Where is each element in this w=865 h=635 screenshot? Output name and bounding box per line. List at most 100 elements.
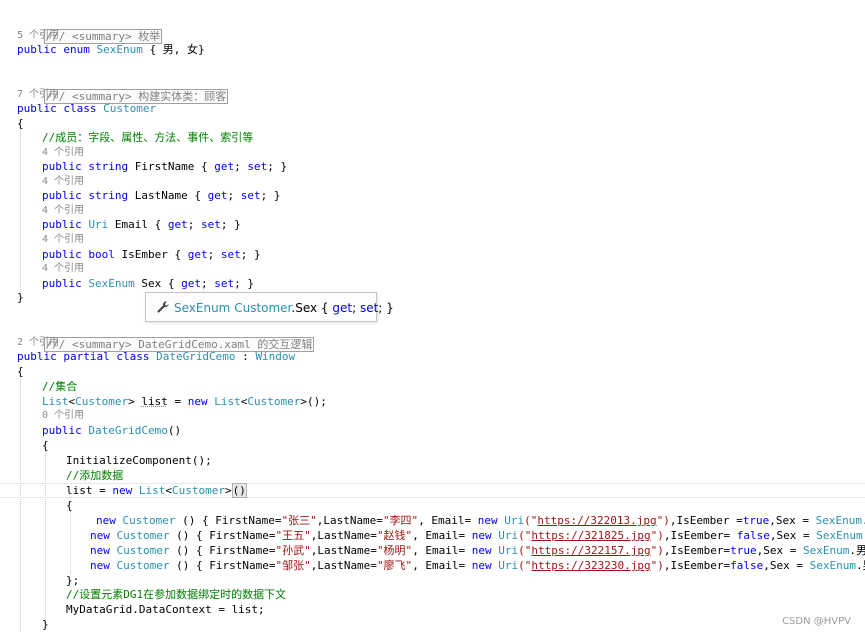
codelens-references[interactable]: 7 个引用 — [17, 87, 59, 102]
property-firstname: public string FirstName { get; set; } — [42, 159, 287, 174]
customer-row: new Customer () { FirstName="邹张",LastNam… — [90, 558, 865, 573]
punctuation: ; } — [220, 218, 241, 231]
type-name: Customer — [116, 559, 170, 572]
punctuation: ,LastName= — [310, 544, 377, 557]
punctuation: ; — [187, 218, 201, 231]
url-link[interactable]: https://322157.jpg — [531, 544, 650, 557]
punctuation: () { FirstName= — [169, 559, 276, 572]
close-brace: } — [17, 291, 24, 304]
codelens-references[interactable]: 2 个引用 — [17, 335, 59, 350]
string-literal: "张三" — [281, 514, 317, 527]
codelens-references[interactable]: 4 个引用 — [42, 145, 84, 160]
indent-guide — [70, 510, 71, 574]
property-email: public Uri Email { get; set; } — [42, 217, 241, 232]
keyword: public bool — [42, 248, 122, 261]
url-link[interactable]: https://321825.jpg — [531, 529, 650, 542]
punctuation: ; — [207, 248, 221, 261]
codelens-references[interactable]: 5 个引用 — [17, 28, 59, 43]
tooltip-member-type: Customer — [234, 301, 292, 315]
keyword: false — [736, 529, 770, 542]
keyword: public enum — [17, 43, 97, 56]
codelens-references[interactable]: 4 个引用 — [42, 261, 84, 276]
codelens-references[interactable]: 4 个引用 — [42, 174, 84, 189]
keyword: true — [742, 514, 770, 527]
keyword: set — [214, 277, 235, 290]
type-name: DateGridCemo — [156, 350, 236, 363]
type-name: Customer — [75, 395, 129, 408]
string-literal: "杨明" — [376, 544, 413, 557]
type-name: Customer — [171, 484, 225, 497]
punctuation: . — [849, 544, 856, 557]
type-name: Customer — [247, 395, 301, 408]
type-name: Uri — [504, 514, 525, 527]
indent-guide — [20, 376, 21, 632]
code-editor[interactable]: /// <summary> 枚举 5 个引用 public enum SexEn… — [0, 0, 865, 635]
punctuation: ,IsEember = — [669, 514, 743, 527]
punctuation: ,Sex = — [769, 514, 816, 527]
keyword: new — [90, 559, 117, 572]
punctuation: ,IsEember= — [663, 529, 737, 542]
punctuation: ; } — [240, 248, 261, 261]
keyword: set — [240, 189, 261, 202]
punctuation: >(); — [300, 395, 327, 408]
list-assignment: list = new List<Customer>() — [66, 483, 247, 498]
keyword: new — [471, 559, 499, 572]
keyword: public — [42, 277, 89, 290]
property-name: IsEmber { — [121, 248, 188, 261]
punctuation: ; — [234, 160, 248, 173]
type-name: List — [138, 484, 166, 497]
url-link[interactable]: https://323230.jpg — [531, 559, 650, 572]
codelens-references[interactable]: 4 个引用 — [42, 232, 84, 247]
type-name: Customer — [122, 514, 176, 527]
keyword: new — [96, 514, 123, 527]
string-literal: (" — [524, 514, 538, 527]
string-literal: (" — [518, 544, 532, 557]
keyword: public partial class — [17, 350, 157, 363]
punctuation: = — [167, 395, 188, 408]
punctuation: () — [167, 424, 182, 437]
punctuation: ; — [200, 277, 215, 290]
punctuation: , Email= — [412, 544, 472, 557]
type-name: List — [42, 395, 69, 408]
punctuation: ,LastName= — [316, 514, 383, 527]
punctuation: ,Sex = — [756, 544, 803, 557]
punctuation: < — [165, 484, 172, 497]
punctuation: ,LastName= — [310, 529, 377, 542]
summary-comment-window: /// <summary> DateGridCemo.xaml 的交互逻辑 — [17, 322, 315, 352]
base-type-name: Window — [255, 350, 296, 363]
punctuation: ,IsEember= — [663, 559, 731, 572]
property-isember: public bool IsEmber { get; set; } — [42, 247, 261, 262]
string-literal: "孙武" — [275, 544, 311, 557]
type-name: SexEnum — [809, 559, 856, 572]
type-name: SexEnum — [816, 529, 863, 542]
keyword: new — [90, 544, 117, 557]
tooltip-type: SexEnum — [174, 301, 231, 315]
close-brace: }; — [66, 574, 80, 587]
tooltip-end: ; } — [378, 301, 394, 315]
string-literal: "廖飞" — [376, 559, 413, 572]
watermark: CSDN @HVPV — [782, 616, 851, 627]
string-literal: "邹张" — [275, 559, 311, 572]
initialize-call: InitializeComponent(); — [66, 454, 212, 467]
keyword: get — [214, 160, 235, 173]
keyword: set — [220, 248, 241, 261]
type-name: SexEnum — [802, 544, 850, 557]
codelens-references[interactable]: 4 个引用 — [42, 203, 84, 218]
type-name: Uri — [88, 218, 109, 231]
type-name: Uri — [498, 529, 519, 542]
keyword: set — [200, 218, 221, 231]
keyword: get — [167, 218, 188, 231]
string-literal: "赵钱" — [376, 529, 413, 542]
property-lastname: public string LastName { get; set; } — [42, 188, 280, 203]
property-name: LastName { — [134, 189, 208, 202]
url-link[interactable]: https://322013.jpg — [537, 514, 656, 527]
string-literal: "王五" — [275, 529, 311, 542]
punctuation: ; } — [234, 277, 254, 290]
partial-class-declaration: public partial class DateGridCemo : Wind… — [17, 349, 295, 364]
punctuation: . — [855, 559, 863, 572]
property-name: Email { — [108, 218, 168, 231]
codelens-references[interactable]: 0 个引用 — [42, 408, 84, 423]
punctuation: , Email= — [412, 559, 472, 572]
matched-bracket: () — [231, 483, 247, 498]
string-literal: ") — [650, 559, 664, 572]
